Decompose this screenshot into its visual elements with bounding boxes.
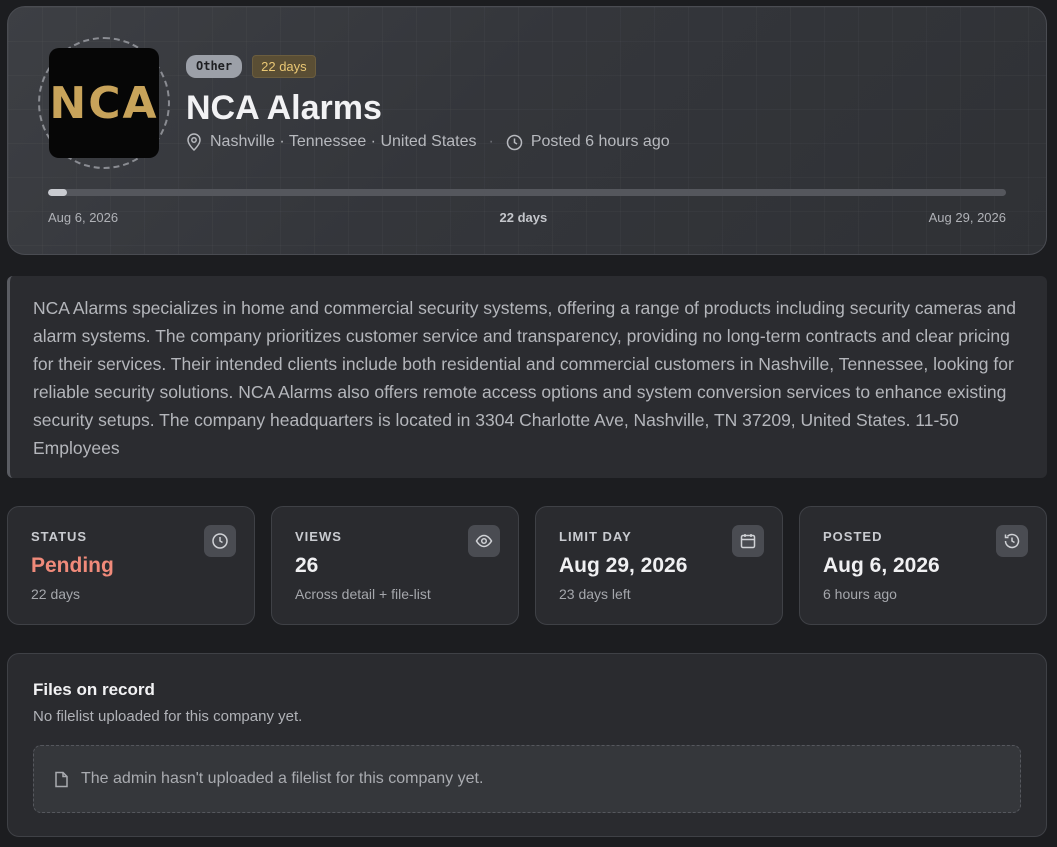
company-header-card: NCA Other 22 days NCA Alarms Nashville ·… bbox=[7, 6, 1047, 255]
stat-card-limit-day: LIMIT DAY Aug 29, 2026 23 days left bbox=[535, 506, 783, 625]
timeline-progress-fill bbox=[48, 189, 68, 196]
eye-icon bbox=[468, 525, 500, 557]
stat-value: Aug 29, 2026 bbox=[559, 554, 688, 577]
files-subtitle: No filelist uploaded for this company ye… bbox=[33, 708, 303, 725]
stat-value: 26 bbox=[295, 554, 319, 577]
history-icon bbox=[996, 525, 1028, 557]
meta-separator: · bbox=[488, 133, 494, 150]
timeline-duration-label: 22 days bbox=[499, 210, 548, 225]
stat-card-status: STATUS Pending 22 days bbox=[7, 506, 255, 625]
files-empty-message: The admin hasn't uploaded a filelist for… bbox=[81, 770, 484, 787]
company-logo: NCA bbox=[49, 48, 159, 158]
file-icon bbox=[55, 771, 68, 787]
location-text: Nashville · Tennessee · United States bbox=[210, 133, 477, 150]
stat-card-posted: POSTED Aug 6, 2026 6 hours ago bbox=[799, 506, 1047, 625]
files-empty-state: The admin hasn't uploaded a filelist for… bbox=[33, 745, 1021, 813]
calendar-icon bbox=[732, 525, 764, 557]
timeline-progress-bar bbox=[48, 189, 1006, 196]
stats-row: STATUS Pending 22 days VIEWS 26 Across d… bbox=[7, 506, 1047, 625]
company-name: NCA Alarms bbox=[186, 89, 382, 127]
timeline-end-label: Aug 29, 2026 bbox=[928, 210, 1006, 225]
stat-sub: 6 hours ago bbox=[823, 586, 897, 602]
posted-text: Posted 6 hours ago bbox=[530, 133, 670, 150]
clock-icon bbox=[506, 134, 523, 150]
stat-value: Aug 6, 2026 bbox=[823, 554, 940, 577]
stat-sub: 22 days bbox=[31, 586, 81, 602]
stat-sub: Across detail + file-list bbox=[295, 586, 431, 602]
company-meta: Nashville · Tennessee · United States · … bbox=[186, 133, 670, 151]
stat-value: Pending bbox=[31, 554, 114, 577]
stat-card-views: VIEWS 26 Across detail + file-list bbox=[271, 506, 519, 625]
company-description: NCA Alarms specializes in home and comme… bbox=[7, 276, 1047, 478]
stat-sub: 23 days left bbox=[559, 586, 631, 602]
location-pin-icon bbox=[187, 133, 201, 151]
files-title: Files on record bbox=[33, 680, 155, 699]
timeline-start-label: Aug 6, 2026 bbox=[48, 210, 119, 225]
files-on-record-card: Files on record No filelist uploaded for… bbox=[7, 653, 1047, 837]
category-chip: Other bbox=[186, 55, 243, 78]
clock-icon bbox=[204, 525, 236, 557]
logo-text: NCA bbox=[49, 77, 159, 129]
days-chip: 22 days bbox=[252, 55, 316, 78]
